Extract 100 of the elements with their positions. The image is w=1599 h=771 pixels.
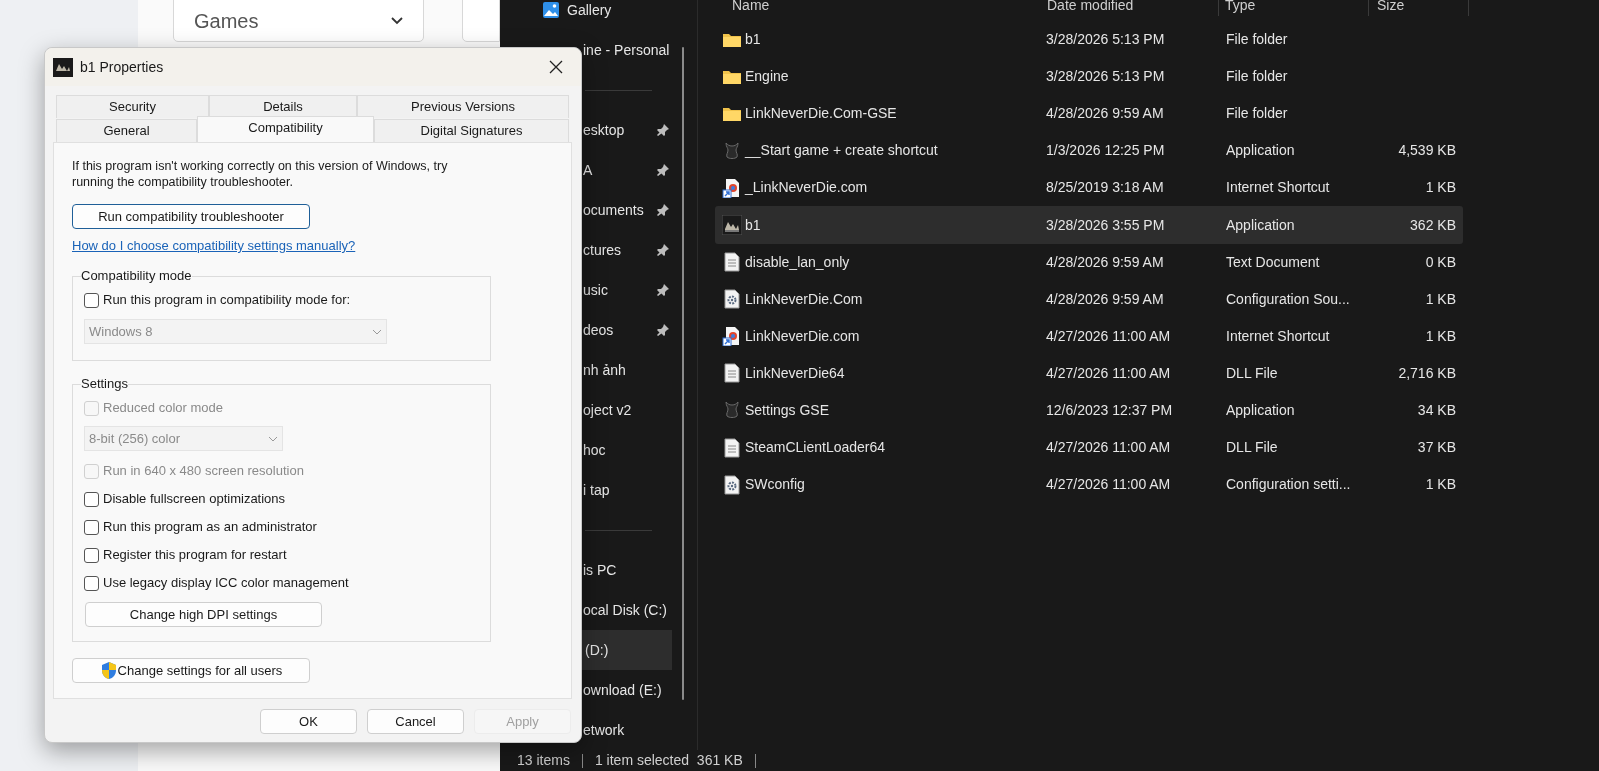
checkbox[interactable] <box>84 547 99 563</box>
size-cell-text: 4,539 KB <box>1398 141 1456 161</box>
document-icon <box>724 437 740 458</box>
chevron-down-icon <box>390 16 403 25</box>
scrollbar[interactable] <box>682 47 684 700</box>
checkbox[interactable] <box>84 292 99 308</box>
size-cell-text: 1 KB <box>1425 289 1456 309</box>
file-row[interactable]: disable_lan_only 4/28/2026 9:59 AM Text Document 0 KB <box>715 243 1463 281</box>
group-title: Settings <box>81 376 128 392</box>
type-cell: File folder <box>1226 68 1288 85</box>
file-name: SWconfig <box>745 475 805 495</box>
file-name: SteamCLientLoader64 <box>745 438 886 458</box>
pin-icon <box>656 163 670 177</box>
selection-info: 1 item selected 361 KB <box>594 751 743 770</box>
category-dropdown[interactable]: Games <box>173 0 424 42</box>
date-cell: 1/3/2026 12:25 PM <box>1046 142 1165 159</box>
file-row[interactable]: LinkNeverDie.Com 4/28/2026 9:59 AM Configuration Sou... 1 KB <box>715 280 1463 318</box>
file-row[interactable]: SWconfig 4/27/2026 11:00 AM Configuration setti... 1 KB <box>715 466 1463 504</box>
file-row[interactable]: b1 3/28/2026 5:13 PM File folder <box>715 21 1463 59</box>
column-header[interactable]: Name <box>732 0 770 16</box>
file-name: disable_lan_only <box>745 252 850 272</box>
nav-item[interactable]: Gallery <box>500 0 690 30</box>
app-icon <box>722 215 742 235</box>
type-cell: Application <box>1226 142 1295 159</box>
type-cell: File folder <box>1226 105 1288 122</box>
checkbox[interactable] <box>84 575 99 591</box>
checkbox[interactable] <box>84 491 99 507</box>
file-row[interactable]: LinkNeverDie.com 4/27/2026 11:00 AM Internet Shortcut 1 KB <box>715 317 1463 355</box>
checkbox-label: Run this program in compatibility mode for: <box>103 291 351 310</box>
window-title: b1 Properties <box>80 57 164 77</box>
troubleshooter-button[interactable]: Run compatibility troubleshooter <box>72 204 310 229</box>
nav-item[interactable]: A <box>500 150 690 190</box>
column-header[interactable]: Type <box>1225 0 1256 16</box>
checkbox-label: Run in 640 x 480 screen resolution <box>103 462 304 481</box>
chevron-down-icon <box>372 328 382 335</box>
tab[interactable]: Digital Signatures <box>374 119 569 142</box>
checkbox-label: Disable fullscreen optimizations <box>103 490 286 509</box>
type-cell: Configuration Sou... <box>1226 290 1350 307</box>
nav-item[interactable]: usic <box>500 270 690 310</box>
dialog-button[interactable]: OK <box>260 709 357 734</box>
tab[interactable]: Security <box>56 95 209 118</box>
item-count: 13 items <box>517 751 570 770</box>
file-row[interactable]: __Start game + create shortcut 1/3/2026 12:25 PM Application 4,539 KB <box>715 132 1463 170</box>
file-row[interactable]: Engine 3/28/2026 5:13 PM File folder <box>715 58 1463 96</box>
file-row[interactable]: Settings GSE 12/6/2023 12:37 PM Application 34 KB <box>715 391 1463 430</box>
column-header[interactable]: Size <box>1377 0 1405 16</box>
file-name: Settings GSE <box>745 401 830 420</box>
settings-document-icon <box>724 289 740 310</box>
file-row[interactable]: b1 3/28/2026 3:55 PM Application 362 KB <box>715 206 1463 244</box>
type-cell: Text Document <box>1226 253 1320 270</box>
size-cell-text: 34 KB <box>1417 401 1456 420</box>
checkbox-label: Use legacy display ICC color management <box>103 574 349 593</box>
pin-icon <box>656 203 670 217</box>
help-link[interactable]: How do I choose compatibility settings manually? <box>72 238 356 254</box>
app-icon <box>722 140 742 161</box>
nav-item[interactable]: deos <box>500 310 690 350</box>
file-row[interactable]: SteamCLientLoader64 4/27/2026 11:00 AM DLL File 37 KB <box>715 429 1463 467</box>
type-cell: DLL File <box>1226 364 1278 381</box>
text-field[interactable] <box>461 0 500 42</box>
pin-icon <box>656 283 670 297</box>
dialog-button[interactable]: Cancel <box>367 709 464 734</box>
file-name: b1 <box>745 30 761 50</box>
group-title: Compatibility mode <box>81 268 192 284</box>
intro-text: If this program isn't working correctly on this version of Windows, try running the compatibility troubleshooter. <box>72 158 449 190</box>
app-icon <box>53 57 73 77</box>
date-cell: 4/28/2026 9:59 AM <box>1046 290 1164 307</box>
nav-item[interactable]: (D:) <box>582 630 672 670</box>
date-cell: 4/27/2026 11:00 AM <box>1046 476 1171 493</box>
settings-document-icon <box>724 474 740 495</box>
tab[interactable]: Compatibility <box>197 116 374 142</box>
shortcut-icon <box>722 177 742 198</box>
date-cell: 4/28/2026 9:59 AM <box>1046 105 1164 122</box>
type-cell: File folder <box>1226 31 1288 48</box>
pin-icon <box>656 123 670 137</box>
checkbox[interactable] <box>84 519 99 535</box>
column-header[interactable]: Date modified <box>1047 0 1134 16</box>
type-cell: Application <box>1226 402 1295 418</box>
tab[interactable]: Details <box>209 95 357 118</box>
nav-item[interactable]: ocuments <box>500 190 690 230</box>
date-cell: 4/28/2026 9:59 AM <box>1046 253 1164 270</box>
app-icon <box>722 400 742 421</box>
pin-icon <box>656 243 670 257</box>
shield-icon <box>99 661 118 680</box>
tab[interactable]: Previous Versions <box>357 95 569 118</box>
folder-icon <box>722 105 742 122</box>
nav-item[interactable]: ctures <box>500 230 690 270</box>
size-cell-text: 0 KB <box>1425 252 1456 272</box>
dpi-settings-button[interactable]: Change high DPI settings <box>85 602 322 627</box>
type-cell: DLL File <box>1226 439 1278 456</box>
file-row[interactable]: _LinkNeverDie.com 8/25/2019 3:18 AM Internet Shortcut 1 KB <box>715 169 1463 207</box>
date-cell: 3/28/2026 5:13 PM <box>1046 68 1165 85</box>
type-cell: Configuration setti... <box>1226 476 1351 493</box>
date-cell: 8/25/2019 3:18 AM <box>1046 179 1164 196</box>
all-users-button[interactable]: Change settings for all users <box>72 658 310 683</box>
file-name: LinkNeverDie.com <box>745 326 860 346</box>
file-row[interactable]: LinkNeverDie.Com-GSE 4/28/2026 9:59 AM File folder <box>715 95 1463 133</box>
tab[interactable]: General <box>56 119 197 142</box>
folder-icon <box>722 31 742 48</box>
file-row[interactable]: LinkNeverDie64 4/27/2026 11:00 AM DLL File 2,716 KB <box>715 354 1463 392</box>
checkbox-label: Run this program as an administrator <box>103 518 317 537</box>
